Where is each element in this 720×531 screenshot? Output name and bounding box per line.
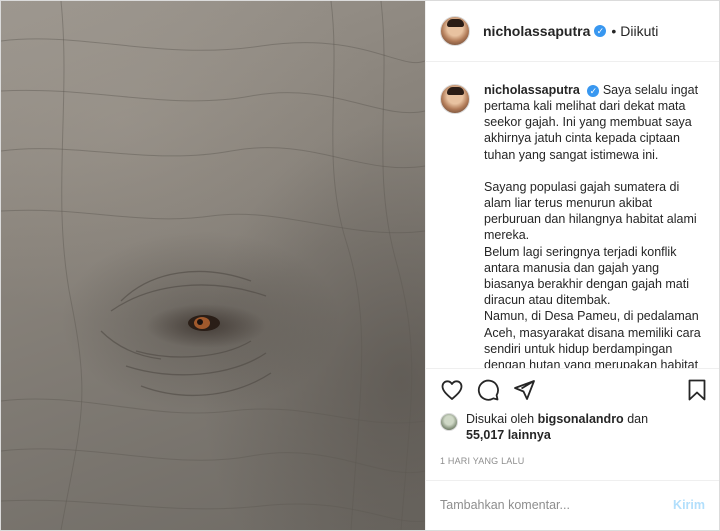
liker-username[interactable]: bigsonalandro xyxy=(538,412,624,426)
caption-paragraph: Sayang populasi gajah sumatera di alam l… xyxy=(484,179,697,243)
verified-badge-icon: ✓ xyxy=(587,84,600,97)
caption-area: nicholassaputra ✓ Saya selalu ingat pert… xyxy=(426,62,719,369)
header-separator: • xyxy=(611,22,617,39)
liker-avatar[interactable] xyxy=(440,412,458,431)
verified-badge-icon: ✓ xyxy=(594,24,607,37)
post-timestamp[interactable]: 1 HARI YANG LALU xyxy=(426,446,719,480)
caption-paragraph: Belum lagi seringnya terjadi konflik ant… xyxy=(484,244,689,308)
caption-username[interactable]: nicholassaputra xyxy=(484,83,580,97)
caption-paragraph: Namun, di Desa Pameu, di pedalaman Aceh,… xyxy=(484,309,701,369)
comment-bubble-icon[interactable] xyxy=(476,378,500,402)
action-bar xyxy=(426,368,719,411)
post-side-panel: nicholassaputra ✓ • Diikuti nicholassapu… xyxy=(425,1,719,530)
heart-icon[interactable] xyxy=(440,378,464,402)
post-modal: nicholassaputra ✓ • Diikuti nicholassapu… xyxy=(0,0,720,531)
likes-text: Disukai oleh bigsonalandro dan 55,017 la… xyxy=(466,411,648,443)
likes-summary: Disukai oleh bigsonalandro dan 55,017 la… xyxy=(426,411,719,446)
comment-input[interactable] xyxy=(440,498,674,513)
likes-conjunction: dan xyxy=(627,411,649,426)
comment-box: Kirim xyxy=(426,479,719,530)
likes-count[interactable]: 55,017 lainnya xyxy=(466,428,551,442)
avatar[interactable] xyxy=(440,15,470,46)
header-username[interactable]: nicholassaputra xyxy=(483,23,590,39)
following-status[interactable]: Diikuti xyxy=(620,23,658,39)
caption-text: nicholassaputra ✓ Saya selalu ingat pert… xyxy=(484,82,705,369)
caption-paragraph-break xyxy=(484,163,705,179)
bookmark-icon[interactable] xyxy=(685,378,709,402)
likes-prefix: Disukai oleh xyxy=(466,411,535,426)
paper-plane-icon[interactable] xyxy=(512,378,536,402)
post-comment-button[interactable]: Kirim xyxy=(673,498,705,512)
post-photo[interactable] xyxy=(1,1,425,530)
elephant-skin-texture xyxy=(1,1,425,530)
post-header: nicholassaputra ✓ • Diikuti xyxy=(426,1,719,62)
caption-avatar[interactable] xyxy=(440,83,470,114)
